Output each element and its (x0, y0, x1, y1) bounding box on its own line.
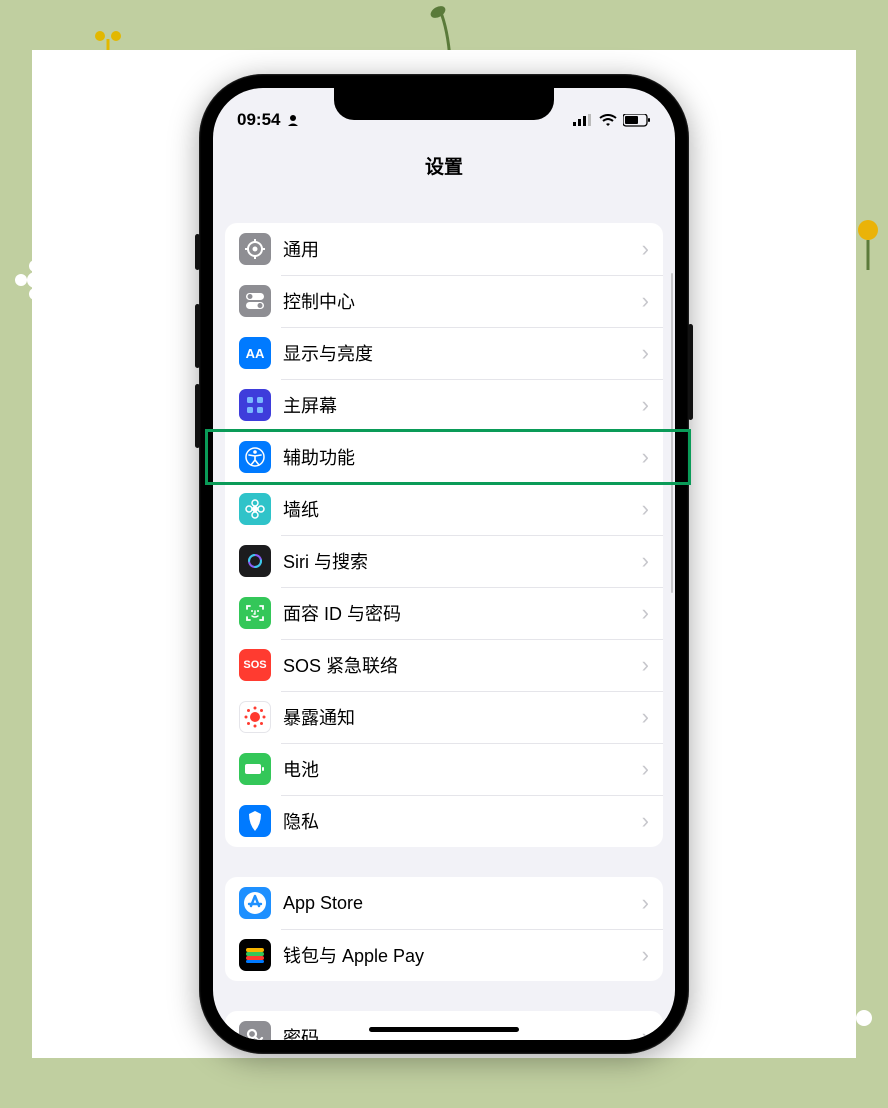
profile-status-icon (286, 113, 300, 127)
settings-group: 通用›控制中心›AA显示与亮度›主屏幕›辅助功能›墙纸›Siri 与搜索›面容 … (225, 223, 663, 847)
chevron-right-icon: › (642, 756, 649, 782)
settings-row[interactable]: AA 显示与亮度› (225, 327, 663, 379)
scroll-indicator (671, 273, 673, 593)
settings-row[interactable]: 墙纸› (225, 483, 663, 535)
chevron-right-icon: › (642, 548, 649, 574)
chevron-right-icon: › (642, 808, 649, 834)
cellular-icon (573, 114, 593, 126)
settings-row[interactable]: App Store› (225, 877, 663, 929)
settings-row[interactable]: SOS SOS 紧急联络› (225, 639, 663, 691)
row-label: 通用 (283, 236, 642, 262)
row-label: 控制中心 (283, 288, 642, 314)
phone-screen: 09:54 (213, 88, 675, 1040)
accessibility-icon (239, 441, 271, 473)
settings-row[interactable]: 暴露通知› (225, 691, 663, 743)
privacy-icon (239, 805, 271, 837)
chevron-right-icon: › (642, 496, 649, 522)
wifi-icon (599, 114, 617, 127)
chevron-right-icon: › (642, 236, 649, 262)
exposure-icon (239, 701, 271, 733)
row-label: 辅助功能 (283, 444, 642, 470)
chevron-right-icon: › (642, 890, 649, 916)
chevron-right-icon: › (642, 704, 649, 730)
notch (334, 88, 554, 120)
settings-row[interactable]: 面容 ID 与密码› (225, 587, 663, 639)
row-label: 电池 (283, 756, 642, 782)
chevron-right-icon: › (642, 340, 649, 366)
battery-icon (623, 114, 651, 127)
appstore-icon (239, 887, 271, 919)
row-label: 主屏幕 (283, 392, 642, 418)
status-time: 09:54 (237, 110, 280, 130)
settings-row[interactable]: 通用› (225, 223, 663, 275)
settings-row[interactable]: 钱包与 Apple Pay› (225, 929, 663, 981)
settings-row[interactable]: Siri 与搜索› (225, 535, 663, 587)
row-label: SOS 紧急联络 (283, 652, 642, 678)
home-indicator[interactable] (369, 1027, 519, 1032)
phone-frame: 09:54 (199, 74, 689, 1054)
settings-row[interactable]: 辅助功能› (225, 431, 663, 483)
chevron-right-icon: › (642, 392, 649, 418)
row-label: 面容 ID 与密码 (283, 600, 642, 626)
chevron-right-icon: › (642, 288, 649, 314)
passwords-icon (239, 1021, 271, 1040)
battery-icon (239, 753, 271, 785)
siri-icon (239, 545, 271, 577)
row-label: 墙纸 (283, 496, 642, 522)
gear-icon (239, 233, 271, 265)
sos-icon: SOS (239, 649, 271, 681)
faceid-icon (239, 597, 271, 629)
row-label: App Store (283, 893, 642, 914)
settings-row[interactable]: 控制中心› (225, 275, 663, 327)
settings-group: App Store›钱包与 Apple Pay› (225, 877, 663, 981)
display-icon: AA (239, 337, 271, 369)
chevron-right-icon: › (642, 1024, 649, 1040)
page-title: 设置 (213, 142, 675, 193)
row-label: 暴露通知 (283, 704, 642, 730)
chevron-right-icon: › (642, 942, 649, 968)
wallpaper-icon (239, 493, 271, 525)
settings-row[interactable]: 电池› (225, 743, 663, 795)
chevron-right-icon: › (642, 444, 649, 470)
chevron-right-icon: › (642, 600, 649, 626)
row-label: 显示与亮度 (283, 340, 642, 366)
settings-content[interactable]: 通用›控制中心›AA显示与亮度›主屏幕›辅助功能›墙纸›Siri 与搜索›面容 … (213, 193, 675, 1040)
row-label: 钱包与 Apple Pay (283, 942, 642, 968)
settings-row[interactable]: 隐私› (225, 795, 663, 847)
wallet-icon (239, 939, 271, 971)
toggles-icon (239, 285, 271, 317)
settings-row[interactable]: 主屏幕› (225, 379, 663, 431)
chevron-right-icon: › (642, 652, 649, 678)
settings-row[interactable]: 密码› (225, 1011, 663, 1040)
row-label: 隐私 (283, 808, 642, 834)
row-label: Siri 与搜索 (283, 548, 642, 574)
settings-group: 密码› (225, 1011, 663, 1040)
homescreen-icon (239, 389, 271, 421)
